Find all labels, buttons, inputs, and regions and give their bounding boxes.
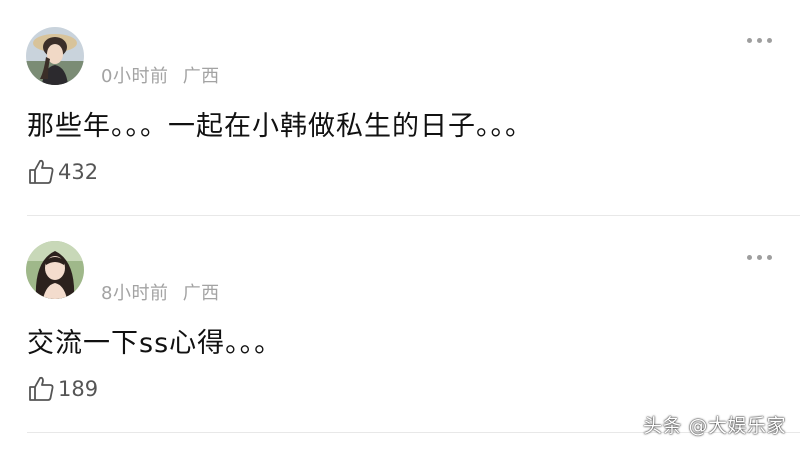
comment-meta: 0小时前 广西 bbox=[101, 62, 228, 88]
watermark: 头条 @大娱乐家 bbox=[642, 415, 786, 437]
comment-list: 0小时前 广西 那些年。。。一起在小韩做私生的日子。。。 432 8小时前 广西… bbox=[0, 0, 800, 452]
avatar-image bbox=[26, 27, 84, 85]
comment-text: 那些年。。。一起在小韩做私生的日子。。。 bbox=[27, 111, 533, 142]
comment-time: 8小时前 bbox=[101, 283, 169, 304]
like-button[interactable]: 432 bbox=[27, 158, 98, 186]
like-button[interactable]: 189 bbox=[27, 375, 98, 403]
comment-text: 交流一下ss心得。。。 bbox=[27, 328, 283, 359]
avatar[interactable] bbox=[26, 241, 84, 299]
like-count: 189 bbox=[58, 377, 99, 401]
comment-meta: 8小时前 广西 bbox=[101, 279, 228, 305]
avatar[interactable] bbox=[26, 27, 84, 85]
thumbs-up-icon bbox=[29, 159, 54, 184]
avatar-image bbox=[26, 241, 84, 299]
comment-location: 广西 bbox=[182, 66, 220, 87]
divider bbox=[27, 215, 800, 216]
comment-time: 0小时前 bbox=[101, 66, 169, 87]
more-options-icon[interactable] bbox=[747, 38, 772, 43]
comment-item: 0小时前 广西 那些年。。。一起在小韩做私生的日子。。。 432 bbox=[0, 0, 800, 216]
like-count: 432 bbox=[58, 160, 99, 184]
thumbs-up-icon bbox=[29, 376, 54, 401]
more-options-icon[interactable] bbox=[747, 255, 772, 260]
comment-location: 广西 bbox=[182, 283, 220, 304]
comment-item: 8小时前 广西 交流一下ss心得。。。 189 bbox=[0, 217, 800, 433]
